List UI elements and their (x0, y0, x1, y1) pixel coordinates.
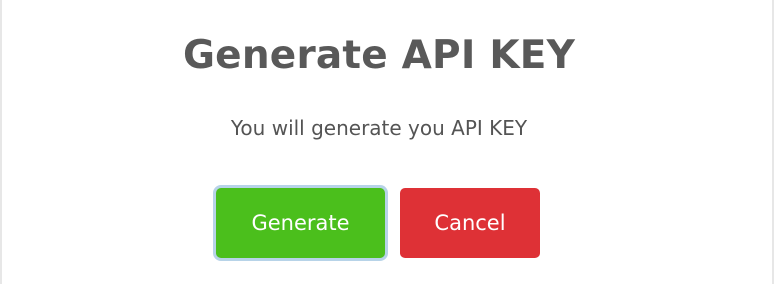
dialog-message: You will generate you API KEY (230, 116, 528, 140)
cancel-button[interactable]: Cancel (400, 188, 540, 258)
generate-button[interactable]: Generate (216, 188, 385, 258)
dialog-actions: Generate Cancel (0, 186, 774, 262)
generate-api-key-dialog: Generate API KEY You will generate you A… (0, 0, 774, 284)
dialog-title: Generate API KEY (182, 33, 576, 78)
